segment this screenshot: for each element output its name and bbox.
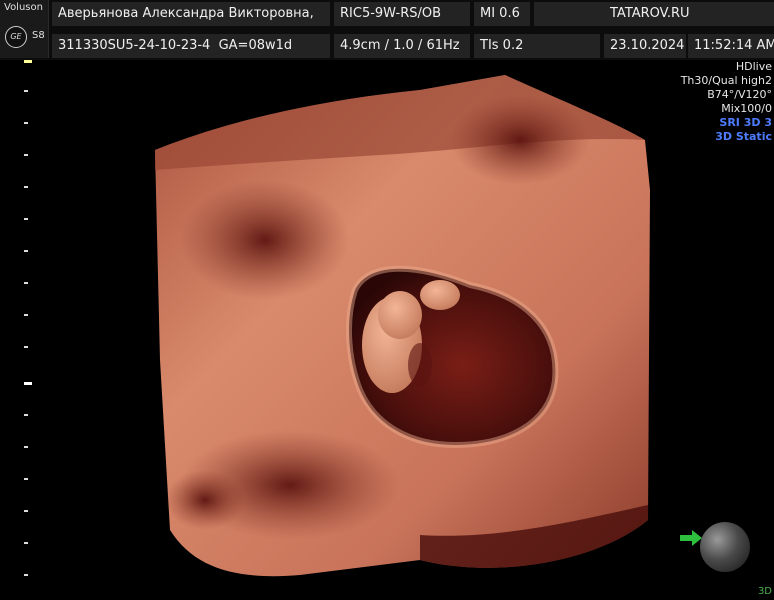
probe-label: RIC5-9W-RS/OB <box>334 2 470 26</box>
gestational-age: GA=08w1d <box>218 38 293 53</box>
exam-info: 311330SU5-24-10-23-4 GA=08w1d <box>52 34 330 58</box>
tissue-shadow <box>180 180 350 300</box>
embryo-shadow <box>408 343 432 387</box>
mode-label-3d: 3D <box>757 586 772 597</box>
orientation-sphere-icon[interactable] <box>700 522 750 572</box>
embryo-head <box>378 291 422 339</box>
green-arrow-icon <box>680 530 702 546</box>
ultrasound-3d-render <box>155 75 650 577</box>
tis-value: TIs 0.2 <box>474 34 600 58</box>
brand-label: Voluson <box>4 2 43 13</box>
depth-frequency: 4.9cm / 1.0 / 61Hz <box>334 34 470 58</box>
logo-panel: Voluson GE S8 <box>0 0 49 58</box>
exam-time: 11:52:14 AM <box>688 34 774 58</box>
exam-date: 23.10.2024 <box>604 34 686 58</box>
yolk-sac <box>420 280 460 310</box>
tissue-shadow <box>450 95 590 185</box>
ge-logo-icon: GE <box>5 26 27 48</box>
site-label: TATAROV.RU <box>534 2 774 26</box>
mi-value: MI 0.6 <box>474 2 530 26</box>
model-label: S8 <box>32 30 45 41</box>
patient-name: Аверьянова Александра Викторовна, <box>52 2 330 26</box>
tissue-shadow <box>165 470 245 530</box>
header-bar: Voluson GE S8 Аверьянова Александра Викт… <box>0 0 774 60</box>
exam-id: 311330SU5-24-10-23-4 <box>58 38 211 53</box>
